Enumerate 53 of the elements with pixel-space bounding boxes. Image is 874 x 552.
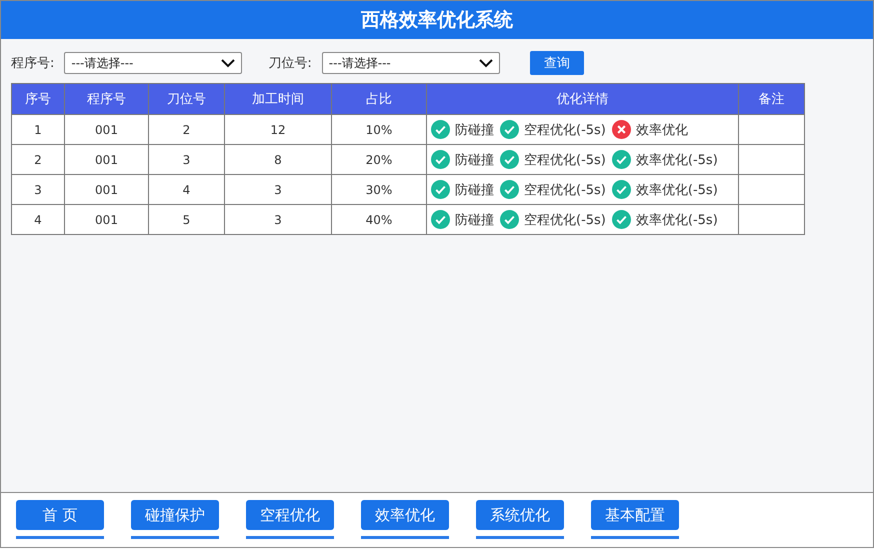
query-button[interactable]: 查询 (530, 51, 584, 75)
column-header: 刀位号 (148, 84, 224, 114)
detail-label: 空程优化(-5s) (524, 152, 606, 168)
nav-button[interactable]: 系统优化 (476, 500, 564, 530)
table-cell: 2 (148, 114, 224, 144)
table-cell: 4 (12, 204, 64, 234)
table-cell: 8 (224, 144, 332, 174)
table-cell: 2 (12, 144, 64, 174)
chevron-down-icon (221, 58, 236, 68)
nav-button[interactable]: 基本配置 (591, 500, 679, 530)
select-field[interactable]: ---请选择--- (64, 52, 242, 74)
detail-label: 效率优化(-5s) (636, 212, 718, 228)
detail-label: 防碰撞 (455, 152, 494, 168)
detail-label: 防碰撞 (455, 182, 494, 198)
detail-label: 效率优化 (636, 122, 688, 138)
window-title: 西格效率优化系统 (1, 1, 873, 39)
table-cell: 12 (224, 114, 332, 144)
select-field[interactable]: ---请选择--- (322, 52, 500, 74)
table-cell: 5 (148, 204, 224, 234)
detail-label: 效率优化(-5s) (636, 152, 718, 168)
table-cell: 001 (64, 174, 148, 204)
nav-button[interactable]: 首 页 (16, 500, 104, 530)
column-header: 序号 (12, 84, 64, 114)
table-cell: 001 (64, 204, 148, 234)
table-cell: 20% (332, 144, 426, 174)
detail-label: 空程优化(-5s) (524, 122, 606, 138)
table-cell: 1 (12, 114, 64, 144)
column-header: 程序号 (64, 84, 148, 114)
table-cell: 10% (332, 114, 426, 144)
table-cell: 30% (332, 174, 426, 204)
table-cell: 40% (332, 204, 426, 234)
filter-label: 程序号: (11, 55, 54, 72)
column-header: 备注 (738, 84, 804, 114)
detail-label: 防碰撞 (455, 212, 494, 228)
nav-button[interactable]: 效率优化 (361, 500, 449, 530)
filter-label: 刀位号: (268, 55, 312, 72)
table-cell: 001 (64, 114, 148, 144)
nav-button[interactable]: 空程优化 (246, 500, 334, 530)
detail-label: 防碰撞 (455, 122, 494, 138)
detail-label: 效率优化(-5s) (636, 182, 718, 198)
table-cell: 3 (224, 204, 332, 234)
table-cell: 3 (148, 144, 224, 174)
detail-label: 空程优化(-5s) (524, 212, 606, 228)
nav-button[interactable]: 碰撞保护 (131, 500, 219, 530)
detail-label: 空程优化(-5s) (524, 182, 606, 198)
table-cell: 4 (148, 174, 224, 204)
table-cell: 001 (64, 144, 148, 174)
column-header: 占比 (332, 84, 426, 114)
table-cell: 3 (12, 174, 64, 204)
chevron-down-icon (478, 58, 493, 68)
table-cell: 3 (224, 174, 332, 204)
column-header: 加工时间 (224, 84, 332, 114)
column-header: 优化详情 (426, 84, 738, 114)
